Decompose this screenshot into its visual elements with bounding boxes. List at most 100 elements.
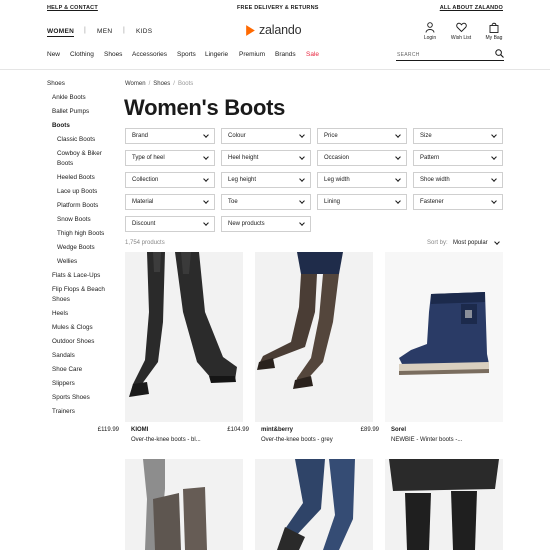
search-input[interactable]: SEARCH xyxy=(396,49,504,61)
chevron-down-icon xyxy=(395,154,401,160)
sidebar-item-heeled-boots[interactable]: Heeled Boots xyxy=(57,174,95,182)
sidebar-item-snow-boots[interactable]: Snow Boots xyxy=(57,216,91,224)
product-price: £104.99 xyxy=(227,427,249,433)
sidebar-item-cowboy-biker-line2[interactable]: Boots xyxy=(57,160,73,168)
sidebar-item-lace-up-boots[interactable]: Lace up Boots xyxy=(57,188,97,196)
page-title: Women's Boots xyxy=(124,95,286,120)
filter-discount[interactable]: Discount xyxy=(125,216,215,232)
nav-sports[interactable]: Sports xyxy=(177,51,196,58)
filter-material[interactable]: Material xyxy=(125,194,215,210)
nav-sale[interactable]: Sale xyxy=(306,51,319,58)
filter-size[interactable]: Size xyxy=(413,128,503,144)
product-image-grey-otk-boots[interactable] xyxy=(255,252,373,422)
sidebar-item-wellies[interactable]: Wellies xyxy=(57,258,77,266)
filter-toe[interactable]: Toe xyxy=(221,194,311,210)
filter-colour[interactable]: Colour xyxy=(221,128,311,144)
product-image-black-otk-boots[interactable] xyxy=(125,252,243,422)
sidebar-item-heels[interactable]: Heels xyxy=(52,310,68,318)
product-count: 1,754 products xyxy=(125,240,165,246)
sidebar-item-slippers[interactable]: Slippers xyxy=(52,380,75,388)
sidebar-item-boots[interactable]: Boots xyxy=(52,122,70,130)
product-description: NEWBIE - Winter boots -... xyxy=(391,437,463,443)
bag-icon xyxy=(489,22,499,33)
breadcrumb-boots: Boots xyxy=(177,81,194,87)
sidebar-item-flip-flops[interactable]: Flip Flops & Beach xyxy=(52,286,105,294)
sidebar-item-wedge-boots[interactable]: Wedge Boots xyxy=(57,244,95,252)
sidebar-item-ankle-boots[interactable]: Ankle Boots xyxy=(52,94,86,102)
filter-price[interactable]: Price xyxy=(317,128,407,144)
sidebar-item-flats-lace-ups[interactable]: Flats & Lace-Ups xyxy=(52,272,100,280)
product-image-grey-boots[interactable] xyxy=(125,459,243,550)
chevron-down-icon xyxy=(299,198,305,204)
filter-shoe-width[interactable]: Shoe width xyxy=(413,172,503,188)
gender-tab-women[interactable]: WOMEN xyxy=(47,28,75,37)
filter-pattern[interactable]: Pattern xyxy=(413,150,503,166)
sidebar-item-mules-clogs[interactable]: Mules & Clogs xyxy=(52,324,93,332)
nav-clothing[interactable]: Clothing xyxy=(70,51,94,58)
sidebar-item-flip-flops-line2[interactable]: Shoes xyxy=(52,296,70,304)
nav-premium[interactable]: Premium xyxy=(239,51,265,58)
sidebar-item-sports-shoes[interactable]: Sports Shoes xyxy=(52,394,90,402)
filter-occasion[interactable]: Occasion xyxy=(317,150,407,166)
login-button[interactable]: Login xyxy=(415,22,445,41)
gender-tab-men[interactable]: MEN xyxy=(97,28,112,35)
sidebar-item-outdoor-shoes[interactable]: Outdoor Shoes xyxy=(52,338,94,346)
nav-accessories[interactable]: Accessories xyxy=(132,51,167,58)
filter-type-of-heel[interactable]: Type of heel xyxy=(125,150,215,166)
filter-new-products[interactable]: New products xyxy=(221,216,311,232)
sidebar-item-platform-boots[interactable]: Platform Boots xyxy=(57,202,98,210)
breadcrumb-shoes[interactable]: Shoes xyxy=(153,81,170,87)
about-zalando-link[interactable]: ALL ABOUT ZALANDO xyxy=(440,5,503,11)
sidebar-item-cowboy-biker[interactable]: Cowboy & Biker xyxy=(57,150,102,158)
filter-leg-width[interactable]: Leg width xyxy=(317,172,407,188)
boots-illustration xyxy=(125,459,243,550)
sort-label: Sort by: xyxy=(427,240,448,246)
chevron-down-icon xyxy=(203,198,209,204)
product-description: Over-the-knee boots - grey xyxy=(261,437,333,443)
sidebar-item-sandals[interactable]: Sandals xyxy=(52,352,75,360)
filter-heel-height[interactable]: Heel height xyxy=(221,150,311,166)
chevron-down-icon xyxy=(203,154,209,160)
product-description: Over-the-knee boots - bl... xyxy=(131,437,201,443)
nav-brands[interactable]: Brands xyxy=(275,51,296,58)
gender-separator: | xyxy=(84,27,86,34)
sidebar-item-classic-boots[interactable]: Classic Boots xyxy=(57,136,95,144)
sidebar-item-ballet-pumps[interactable]: Ballet Pumps xyxy=(52,108,89,116)
sidebar-item-shoes[interactable]: Shoes xyxy=(47,80,65,88)
sidebar-item-shoe-care[interactable]: Shoe Care xyxy=(52,366,82,374)
filter-label: Toe xyxy=(228,199,238,205)
filter-leg-height[interactable]: Leg height xyxy=(221,172,311,188)
wishlist-button[interactable]: Wish List xyxy=(446,22,476,41)
filter-collection[interactable]: Collection xyxy=(125,172,215,188)
site-header: WOMEN | MEN | KIDS zalando Login Wish Li… xyxy=(0,15,550,70)
product-brand: KIOMI xyxy=(131,427,149,433)
nav-shoes[interactable]: Shoes xyxy=(104,51,122,58)
filter-label: Leg height xyxy=(228,177,257,183)
product-image-denim-boots[interactable] xyxy=(255,459,373,550)
filter-brand[interactable]: Brand xyxy=(125,128,215,144)
boots-illustration xyxy=(125,252,243,422)
chevron-down-icon xyxy=(299,132,305,138)
filter-fastener[interactable]: Fastener xyxy=(413,194,503,210)
help-contact-link[interactable]: HELP & CONTACT xyxy=(47,5,98,11)
chevron-down-icon[interactable] xyxy=(494,239,500,245)
filter-lining[interactable]: Lining xyxy=(317,194,407,210)
product-image-navy-winter-boot[interactable] xyxy=(385,252,503,422)
gender-tab-kids[interactable]: KIDS xyxy=(136,28,152,35)
chevron-down-icon xyxy=(203,132,209,138)
filter-label: Brand xyxy=(132,133,149,139)
breadcrumb-women[interactable]: Women xyxy=(125,81,146,87)
chevron-down-icon xyxy=(203,176,209,182)
wishlist-label: Wish List xyxy=(450,35,472,41)
product-image-black-boots[interactable] xyxy=(385,459,503,550)
sidebar-item-trainers[interactable]: Trainers xyxy=(52,408,75,416)
bag-button[interactable]: My Bag xyxy=(479,22,509,41)
filter-label: Size xyxy=(420,133,432,139)
zalando-logo[interactable]: zalando xyxy=(244,22,302,38)
sidebar-item-thigh-high-boots[interactable]: Thigh high Boots xyxy=(57,230,104,238)
nav-new[interactable]: New xyxy=(47,51,60,58)
sort-dropdown[interactable]: Most popular xyxy=(453,240,488,246)
search-icon[interactable] xyxy=(495,49,504,58)
chevron-down-icon xyxy=(299,154,305,160)
nav-lingerie[interactable]: Lingerie xyxy=(205,51,228,58)
